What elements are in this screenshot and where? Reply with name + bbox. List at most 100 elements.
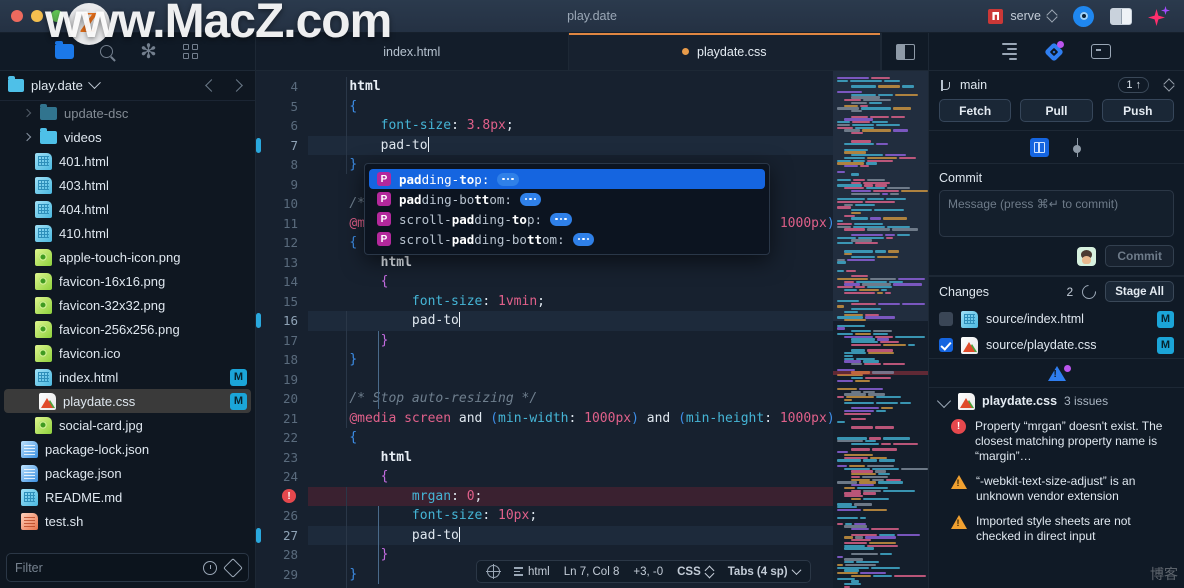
filter-bar[interactable] — [6, 553, 249, 582]
language-indicator[interactable]: html — [514, 566, 550, 578]
autocomplete-popup[interactable]: Ppadding-top: Ppadding-bottom: Pscroll-p… — [364, 163, 770, 255]
chevron-right-icon[interactable] — [21, 132, 33, 142]
tree-item[interactable]: package.json — [0, 461, 255, 485]
code-line[interactable] — [308, 370, 833, 390]
code-line[interactable]: mrgan: 0; — [308, 486, 833, 506]
folder-icon[interactable] — [55, 41, 74, 61]
tab-playdate-css[interactable]: playdate.css — [568, 33, 881, 70]
autocomplete-item[interactable]: Pscroll-padding-bottom: — [369, 229, 765, 249]
pull-button[interactable]: Pull — [1020, 99, 1093, 122]
diamond-icon[interactable] — [223, 557, 243, 578]
stage-all-button[interactable]: Stage All — [1105, 281, 1174, 302]
code-line[interactable]: pad-to — [308, 135, 833, 155]
tree-item[interactable]: update-dsc — [0, 101, 255, 125]
refresh-icon[interactable] — [1079, 281, 1100, 302]
cursor-position[interactable]: Ln 7, Col 8 — [564, 566, 620, 578]
diagnostics-diamond-icon[interactable] — [1044, 40, 1064, 62]
tree-item[interactable]: README.md — [0, 485, 255, 509]
code-line[interactable]: font-size: 3.8px; — [308, 116, 833, 136]
search-icon[interactable] — [97, 42, 116, 61]
code-line[interactable]: pad-to — [308, 525, 833, 545]
window-controls[interactable] — [0, 10, 63, 22]
serve-scheme-selector[interactable]: serve — [988, 8, 1057, 24]
tree-item[interactable]: 401.html — [0, 149, 255, 173]
ahead-badge[interactable]: 1 ↑ — [1118, 77, 1149, 93]
code-line[interactable]: font-size: 10px; — [308, 506, 833, 526]
commit-button[interactable]: Commit — [1105, 245, 1174, 267]
tree-item[interactable]: favicon-16x16.png — [0, 269, 255, 293]
chevron-right-icon[interactable] — [230, 79, 243, 92]
tree-item[interactable]: favicon-32x32.png — [0, 293, 255, 317]
stage-checkbox[interactable] — [939, 312, 953, 326]
code-line[interactable]: } — [308, 350, 833, 370]
chevron-down-icon[interactable] — [936, 393, 952, 409]
tree-item[interactable]: social-card.jpg — [0, 413, 255, 437]
change-row[interactable]: source/index.html M — [929, 306, 1184, 332]
autocomplete-item[interactable]: Pscroll-padding-top: — [369, 209, 765, 229]
project-header[interactable]: play.date — [0, 71, 255, 101]
tree-item[interactable]: index.html M — [0, 365, 255, 389]
stage-view-icon[interactable] — [1029, 137, 1049, 157]
stage-checkbox[interactable] — [939, 338, 953, 352]
commit-message-input[interactable]: Message (press ⌘↵ to commit) — [939, 190, 1174, 237]
warning-triangle-icon[interactable] — [1047, 365, 1066, 381]
code-line[interactable]: { — [308, 97, 833, 117]
eye-icon[interactable] — [1073, 5, 1094, 27]
tree-item[interactable]: favicon-256x256.png — [0, 317, 255, 341]
code-line[interactable]: font-size: 1vmin; — [308, 292, 833, 312]
tree-item[interactable]: videos — [0, 125, 255, 149]
tree-item[interactable]: apple-touch-icon.png — [0, 245, 255, 269]
fetch-button[interactable]: Fetch — [939, 99, 1012, 122]
tree-item[interactable]: 403.html — [0, 173, 255, 197]
tree-item[interactable]: 410.html — [0, 221, 255, 245]
terminal-icon[interactable] — [1091, 44, 1111, 59]
syntax-selector[interactable]: CSS — [677, 566, 714, 578]
outline-lines-icon[interactable] — [1002, 43, 1017, 60]
change-row[interactable]: source/playdate.css M — [929, 332, 1184, 358]
history-view-icon[interactable] — [1071, 137, 1084, 157]
autocomplete-item[interactable]: Ppadding-top: — [369, 169, 765, 189]
tree-item[interactable]: package-lock.json — [0, 437, 255, 461]
autocomplete-item[interactable]: Ppadding-bottom: — [369, 189, 765, 209]
code-line[interactable]: pad-to — [308, 311, 833, 331]
minimize-button[interactable] — [31, 10, 43, 22]
code-line[interactable]: } — [308, 331, 833, 351]
file-tree[interactable]: update-dsc videos 401.html 403.html 404.html… — [0, 101, 255, 553]
maximize-button[interactable] — [51, 10, 63, 22]
code-line[interactable]: @media screen and (min-width: 1000px) an… — [308, 409, 833, 429]
code-line[interactable]: html — [308, 253, 833, 273]
tab-index-html[interactable]: index.html — [256, 33, 569, 70]
push-button[interactable]: Push — [1101, 99, 1174, 122]
indent-selector[interactable]: Tabs (4 sp) — [728, 565, 802, 578]
issues-file-row[interactable]: playdate.css 3 issues — [929, 388, 1184, 414]
sparkle-icon[interactable] — [1148, 6, 1170, 26]
tree-item[interactable]: favicon.ico — [0, 341, 255, 365]
code-line[interactable]: html — [308, 448, 833, 468]
asterisk-icon[interactable]: ✻ — [139, 42, 158, 62]
issue-row[interactable]: Imported style sheets are not checked in… — [929, 509, 1184, 549]
avatar[interactable] — [1077, 246, 1097, 266]
tree-item[interactable]: 404.html — [0, 197, 255, 221]
chevron-right-icon[interactable] — [21, 108, 33, 118]
branch-row[interactable]: main 1 ↑ — [929, 71, 1184, 99]
close-button[interactable] — [11, 10, 23, 22]
split-editor-button[interactable] — [881, 33, 928, 70]
issue-row[interactable]: Property “mrgan” doesn't exist. The clos… — [929, 414, 1184, 469]
clock-icon[interactable] — [203, 560, 217, 575]
chevron-up-down-icon[interactable] — [1165, 78, 1174, 92]
target-icon[interactable] — [486, 564, 501, 579]
code-line[interactable]: { — [308, 428, 833, 448]
code-line[interactable]: { — [308, 272, 833, 292]
layout-panel-icon[interactable] — [1110, 7, 1132, 25]
tree-item[interactable]: test.sh — [0, 509, 255, 533]
code-line[interactable]: html — [308, 77, 833, 97]
error-marker-icon[interactable] — [282, 489, 296, 504]
filter-input[interactable] — [15, 560, 203, 575]
code-area[interactable]: html { font-size: 3.8px; pad-to } /* Sto… — [308, 71, 833, 588]
editor-status-bar[interactable]: html Ln 7, Col 8 +3, -0 CSS Tabs (4 sp) — [476, 560, 811, 583]
grid-icon[interactable] — [181, 42, 200, 61]
code-editor[interactable]: 4 5 6 7 8 9 10 11 12 13 14 15 16 17 18 19 20 21 22 23 24 26 27… — [256, 71, 928, 588]
minimap[interactable] — [833, 71, 928, 588]
tree-item[interactable]: playdate.css M — [4, 389, 251, 413]
code-line[interactable]: /* Stop auto-resizing */ — [308, 389, 833, 409]
